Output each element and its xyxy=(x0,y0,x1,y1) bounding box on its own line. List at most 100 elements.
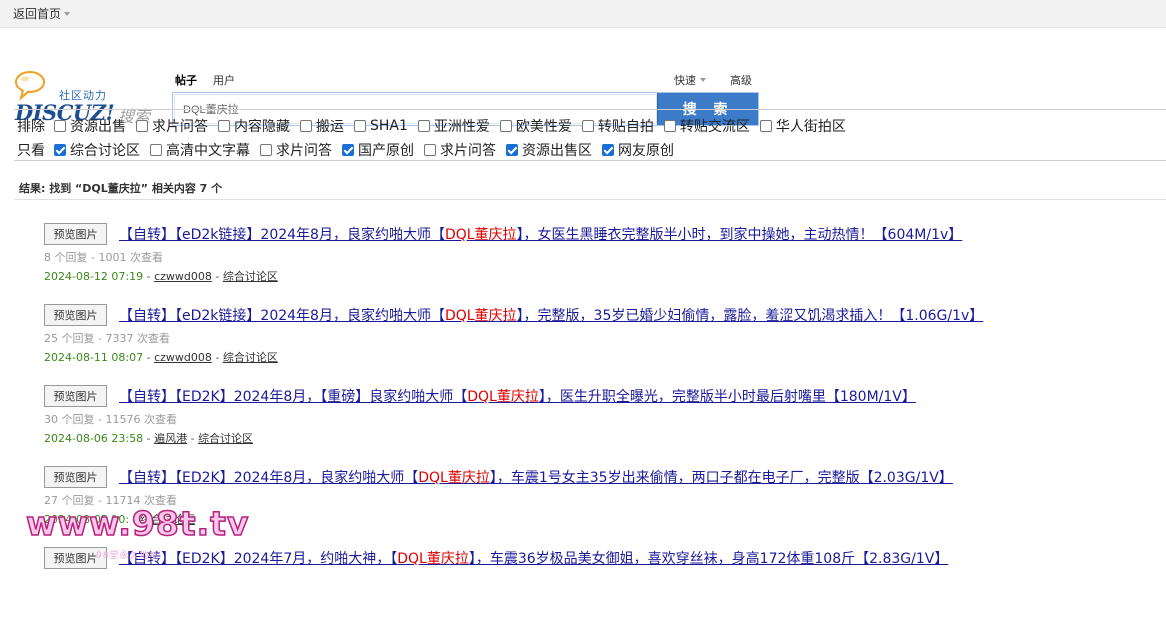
result-info: 2024-08-12 07:19 - czwwd008 - 综合讨论区 xyxy=(44,270,278,283)
filter-checkbox[interactable] xyxy=(300,120,312,132)
filter-option-only-5[interactable]: 资源出售区 xyxy=(506,140,592,160)
filter-checkbox[interactable] xyxy=(354,120,366,132)
filter-option-only-2[interactable]: 求片问答 xyxy=(260,140,332,160)
filter-option-exclude-0[interactable]: 资源出售 xyxy=(54,116,126,136)
post-date: 2024-08-12 07:19 xyxy=(44,270,144,283)
home-link-label: 返回首页 xyxy=(13,7,62,21)
result-title-link[interactable]: 【自转】【ED2K】2024年7月，约啪大神，【DQL董庆拉】，车震36岁极品美… xyxy=(119,548,948,568)
exclude-label: 排除 xyxy=(17,119,45,135)
filter-checkbox[interactable] xyxy=(54,144,66,156)
title-prefix: 【自转】【eD2k链接】2024年8月，良家约啪大师【 xyxy=(119,308,445,324)
filter-option-label: 搬运 xyxy=(316,119,344,135)
watermark-subtext: 98堂永久地址 xyxy=(96,551,160,561)
filter-checkbox[interactable] xyxy=(136,120,148,132)
filter-option-label: 转贴交流区 xyxy=(679,119,750,135)
result-title-link[interactable]: 【自转】【eD2k链接】2024年8月，良家约啪大师【DQL董庆拉】，完整版，3… xyxy=(119,305,983,325)
title-suffix: 】，女医生黑睡衣完整版半小时，到家中操她，主动热情！【604M/1v】 xyxy=(516,227,963,243)
preview-image-button[interactable]: 预览图片 xyxy=(44,466,107,488)
filter-checkbox[interactable] xyxy=(260,144,272,156)
filter-checkbox[interactable] xyxy=(663,120,676,132)
preview-image-button[interactable]: 预览图片 xyxy=(44,223,107,245)
advanced-search-link[interactable]: 高级 xyxy=(730,72,752,88)
filter-checkbox[interactable] xyxy=(602,144,614,156)
filter-option-label: 网友原创 xyxy=(618,143,674,159)
title-keyword-highlight: DQL董庆拉 xyxy=(418,470,490,486)
filter-option-label: 资源出售区 xyxy=(522,143,592,159)
filter-checkbox[interactable] xyxy=(218,120,230,132)
author-link[interactable]: 遍风港 xyxy=(154,432,187,445)
filter-checkbox[interactable] xyxy=(499,120,512,132)
search-result-item: 预览图片 【自转】【ED2K】2024年8月，【重磅】良家约啪大师【DQL董庆拉】… xyxy=(44,384,1144,464)
result-info: 2024-08-11 08:07 - czwwd008 - 综合讨论区 xyxy=(44,351,278,364)
search-header: 社区动力 DISCUZ! 搜索 帖子 用户 快速 高级 搜 索 xyxy=(0,28,1166,126)
title-keyword-highlight: DQL董庆拉 xyxy=(467,389,539,405)
filter-checkbox[interactable] xyxy=(54,120,66,132)
title-keyword-highlight: DQL董庆拉 xyxy=(444,308,517,324)
title-suffix: 】，医生升职全曝光，完整版半小时最后射嘴里【180M/1V】 xyxy=(538,389,916,405)
filter-option-exclude-6[interactable]: 欧美性爱 xyxy=(499,116,572,136)
filter-option-label: 资源出售 xyxy=(70,119,126,135)
forum-link[interactable]: 综合讨论区 xyxy=(223,351,278,364)
title-keyword-highlight: DQL董庆拉 xyxy=(444,227,517,243)
filter-option-only-1[interactable]: 高清中文字幕 xyxy=(150,140,250,160)
filter-option-only-4[interactable]: 求片问答 xyxy=(424,140,496,160)
chevron-down-icon xyxy=(64,11,71,16)
filter-option-exclude-2[interactable]: 内容隐藏 xyxy=(218,116,290,136)
filter-checkbox[interactable] xyxy=(342,144,354,156)
top-navigation-bar: 返回首页 xyxy=(0,0,1166,28)
quick-search-link[interactable]: 快速 xyxy=(674,72,706,88)
filter-checkbox[interactable] xyxy=(506,144,518,156)
filter-option-label: 求片问答 xyxy=(152,119,208,135)
chevron-down-icon xyxy=(700,78,706,82)
post-date: 2024-08-06 23:58 xyxy=(44,432,144,445)
preview-image-button[interactable]: 预览图片 xyxy=(44,385,107,407)
filter-option-label: 国产原创 xyxy=(358,143,414,159)
filter-option-label: 亚洲性爱 xyxy=(433,119,490,135)
result-title-link[interactable]: 【自转】【ED2K】2024年8月，【重磅】良家约啪大师【DQL董庆拉】，医生升… xyxy=(119,386,916,406)
filter-option-only-3[interactable]: 国产原创 xyxy=(342,140,414,160)
result-title-link[interactable]: 【自转】【ED2K】2024年8月，良家约啪大师【DQL董庆拉】，车震1号女主3… xyxy=(119,467,953,487)
filter-checkbox[interactable] xyxy=(581,120,594,132)
filter-option-only-0[interactable]: 综合讨论区 xyxy=(54,140,140,160)
preview-image-button[interactable]: 预览图片 xyxy=(44,304,107,326)
filter-checkbox[interactable] xyxy=(759,120,772,132)
forum-link[interactable]: 综合讨论区 xyxy=(198,432,253,445)
author-link[interactable]: czwwd008 xyxy=(154,351,212,364)
filter-option-label: 欧美性爱 xyxy=(515,119,572,135)
filter-option-exclude-4[interactable]: SHA1 xyxy=(354,116,408,136)
filter-checkbox[interactable] xyxy=(424,144,436,156)
search-type-tabs: 帖子 用户 xyxy=(175,72,235,88)
filter-checkbox[interactable] xyxy=(417,120,430,132)
filter-option-exclude-1[interactable]: 求片问答 xyxy=(136,116,208,136)
result-stats: 8 个回复 - 1001 次查看 xyxy=(44,251,163,264)
filter-option-exclude-7[interactable]: 转贴自拍 xyxy=(581,116,654,136)
watermark: www.98t.tv 98堂永久地址 xyxy=(22,503,249,568)
result-info: 2024-08-06 23:58 - 遍风港 - 综合讨论区 xyxy=(44,432,254,445)
title-keyword-highlight: DQL董庆拉 xyxy=(397,551,469,567)
tab-posts[interactable]: 帖子 xyxy=(175,72,197,88)
exclude-options: 资源出售 求片问答 内容隐藏 搬运 SHA1 亚洲性爱 欧美性爱 转贴自拍 转贴交流区 华人街拍区 xyxy=(54,116,856,136)
title-prefix: 【自转】【ED2K】2024年8月，【重磅】良家约啪大师【 xyxy=(119,389,468,405)
only-options: 综合讨论区 高清中文字幕 求片问答 国产原创 求片问答 资源出售区 网友原创 xyxy=(54,140,684,160)
filter-panel: 排除 资源出售 求片问答 内容隐藏 搬运 SHA1 亚洲性爱 欧美性爱 转贴自拍 转贴交流区 华人… xyxy=(14,109,1166,161)
filter-option-only-6[interactable]: 网友原创 xyxy=(602,140,674,160)
filter-option-exclude-8[interactable]: 转贴交流区 xyxy=(663,116,750,136)
filter-option-label: 求片问答 xyxy=(440,143,496,159)
result-title-link[interactable]: 【自转】【eD2k链接】2024年8月，良家约啪大师【DQL董庆拉】，女医生黑睡… xyxy=(119,224,962,244)
filter-option-exclude-5[interactable]: 亚洲性爱 xyxy=(417,116,490,136)
result-summary: 结果: 找到 “DQL董庆拉” 相关内容 7 个 xyxy=(14,172,1166,200)
result-stats: 30 个回复 - 11576 次查看 xyxy=(44,413,177,426)
filter-option-exclude-3[interactable]: 搬运 xyxy=(300,116,344,136)
filter-option-exclude-9[interactable]: 华人街拍区 xyxy=(759,116,846,136)
filter-option-label: 转贴自拍 xyxy=(597,119,654,135)
author-link[interactable]: czwwd008 xyxy=(154,270,212,283)
quick-search-label: 快速 xyxy=(674,74,696,87)
title-prefix: 【自转】【eD2k链接】2024年8月，良家约啪大师【 xyxy=(119,227,445,243)
result-stats: 25 个回复 - 7337 次查看 xyxy=(44,332,170,345)
home-link[interactable]: 返回首页 xyxy=(13,5,71,22)
filter-checkbox[interactable] xyxy=(150,144,162,156)
forum-link[interactable]: 综合讨论区 xyxy=(223,270,278,283)
tab-users[interactable]: 用户 xyxy=(213,72,235,88)
watermark-text: www.98t.tv xyxy=(25,503,250,544)
title-suffix: 】，车震36岁极品美女御姐，喜欢穿丝袜，身高172体重108斤【2.83G/1V… xyxy=(468,551,949,567)
